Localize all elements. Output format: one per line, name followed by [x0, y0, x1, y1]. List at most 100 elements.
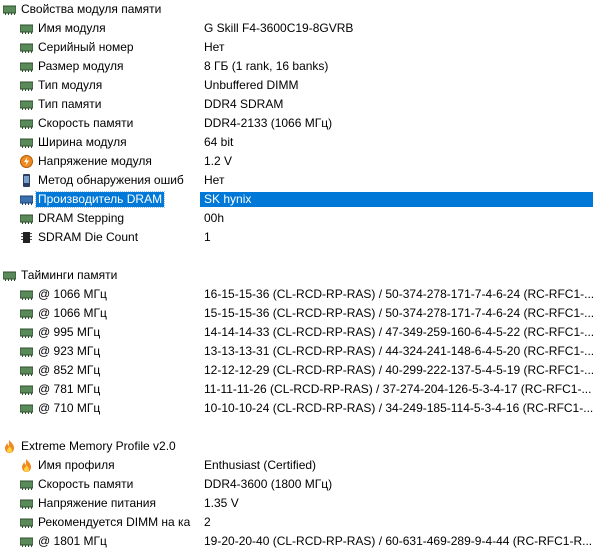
property-value: G Skill F4-3600C19-8GVRB [204, 21, 354, 35]
timing-row[interactable]: @ 1066 МГц 16-15-15-36 (CL-RCD-RP-RAS) /… [0, 285, 593, 304]
flame-icon [3, 440, 16, 453]
ram-icon [20, 345, 33, 358]
timing-label: @ 1066 МГц [38, 287, 107, 301]
property-row-selected[interactable]: Производитель DRAM SK hynix [0, 190, 593, 209]
property-value: 8 ГБ (1 rank, 16 banks) [204, 59, 329, 73]
timing-value: 14-14-14-33 (CL-RCD-RP-RAS) / 47-349-259… [204, 325, 593, 339]
device-icon [20, 174, 33, 187]
xmp-row[interactable]: Напряжение питания 1.35 V [0, 494, 593, 513]
property-row[interactable]: SDRAM Die Count 1 [0, 228, 593, 247]
property-value: DDR4-2133 (1066 МГц) [204, 116, 333, 130]
section-header-xmp[interactable]: Extreme Memory Profile v2.0 [0, 437, 593, 456]
property-value: 1.2 V [204, 154, 233, 168]
chip-icon [20, 231, 33, 244]
property-value: 2 [204, 515, 211, 529]
xmp-row[interactable]: Рекомендуется DIMM на ка 2 [0, 513, 593, 532]
property-row[interactable]: Размер модуля 8 ГБ (1 rank, 16 banks) [0, 57, 593, 76]
property-row[interactable]: Имя модуля G Skill F4-3600C19-8GVRB [0, 19, 593, 38]
timing-value: 13-13-13-31 (CL-RCD-RP-RAS) / 44-324-241… [204, 344, 593, 358]
ram-icon [3, 3, 16, 16]
property-value: 1 [204, 230, 211, 244]
property-value: DDR4 SDRAM [204, 97, 284, 111]
section-title: Extreme Memory Profile v2.0 [21, 439, 176, 453]
timing-label: @ 710 МГц [38, 401, 101, 415]
property-row[interactable]: Скорость памяти DDR4-2133 (1066 МГц) [0, 114, 593, 133]
property-label: Рекомендуется DIMM на ка [38, 515, 191, 529]
ram-icon [20, 117, 33, 130]
timing-value: 16-15-15-36 (CL-RCD-RP-RAS) / 50-374-278… [204, 287, 593, 301]
timing-row[interactable]: @ 995 МГц 14-14-14-33 (CL-RCD-RP-RAS) / … [0, 323, 593, 342]
ram-icon [20, 364, 33, 377]
property-label: Напряжение питания [38, 496, 156, 510]
section-title: Свойства модуля памяти [21, 2, 162, 16]
ram-icon [20, 136, 33, 149]
ram-icon [20, 60, 33, 73]
property-row[interactable]: Серийный номер Нет [0, 38, 593, 57]
timing-label: @ 995 МГц [38, 325, 101, 339]
section-title: Тайминги памяти [21, 268, 118, 282]
property-value: 64 bit [204, 135, 234, 149]
property-value: Нет [204, 40, 225, 54]
ram-blue-icon [20, 193, 33, 206]
property-value: SK hynix [200, 192, 593, 207]
property-label: Имя модуля [38, 21, 106, 35]
timing-value: 10-10-10-24 (CL-RCD-RP-RAS) / 34-249-185… [204, 401, 593, 415]
property-label: Имя профиля [38, 458, 115, 472]
timing-label: @ 923 МГц [38, 344, 101, 358]
ram-icon [20, 383, 33, 396]
property-value: 1.35 V [204, 496, 239, 510]
timing-value: 15-15-15-36 (CL-RCD-RP-RAS) / 50-374-278… [204, 306, 593, 320]
section-header-module[interactable]: Свойства модуля памяти [0, 0, 593, 19]
property-label: Метод обнаружения ошиб [38, 173, 184, 187]
timing-row[interactable]: @ 710 МГц 10-10-10-24 (CL-RCD-RP-RAS) / … [0, 399, 593, 418]
property-value: DDR4-3600 (1800 МГц) [204, 477, 333, 491]
section-header-timings[interactable]: Тайминги памяти [0, 266, 593, 285]
property-row[interactable]: Метод обнаружения ошиб Нет [0, 171, 593, 190]
ram-icon [20, 41, 33, 54]
timing-label: @ 1066 МГц [38, 306, 107, 320]
property-row[interactable]: Ширина модуля 64 bit [0, 133, 593, 152]
property-row[interactable]: Тип модуля Unbuffered DIMM [0, 76, 593, 95]
ram-icon [20, 79, 33, 92]
property-label: Производитель DRAM [34, 191, 166, 208]
xmp-row[interactable]: Имя профиля Enthusiast (Certified) [0, 456, 593, 475]
ram-icon [20, 326, 33, 339]
property-label: SDRAM Die Count [38, 230, 139, 244]
xmp-row[interactable]: @ 1801 МГц 19-20-20-40 (CL-RCD-RP-RAS) /… [0, 532, 593, 551]
ram-icon [20, 497, 33, 510]
ram-icon [20, 402, 33, 415]
property-row[interactable]: DRAM Stepping 00h [0, 209, 593, 228]
ram-icon [20, 22, 33, 35]
timing-row[interactable]: @ 781 МГц 11-11-11-26 (CL-RCD-RP-RAS) / … [0, 380, 593, 399]
ram-icon [20, 98, 33, 111]
timing-row[interactable]: @ 1066 МГц 15-15-15-36 (CL-RCD-RP-RAS) /… [0, 304, 593, 323]
property-label: Размер модуля [38, 59, 124, 73]
property-label: DRAM Stepping [38, 211, 125, 225]
ram-icon [20, 288, 33, 301]
property-value: Unbuffered DIMM [204, 78, 299, 92]
xmp-row[interactable]: Скорость памяти DDR4-3600 (1800 МГц) [0, 475, 593, 494]
property-row[interactable]: Тип памяти DDR4 SDRAM [0, 95, 593, 114]
ram-icon [20, 535, 33, 548]
property-label: Скорость памяти [38, 477, 134, 491]
property-label: Серийный номер [38, 40, 134, 54]
timing-value: 11-11-11-26 (CL-RCD-RP-RAS) / 37-274-204… [204, 382, 592, 396]
flame-icon [20, 459, 33, 472]
property-label: @ 1801 МГц [38, 534, 107, 548]
property-row[interactable]: Напряжение модуля 1.2 V [0, 152, 593, 171]
property-value: Enthusiast (Certified) [204, 458, 317, 472]
property-label: Ширина модуля [38, 135, 127, 149]
property-label: Напряжение модуля [38, 154, 152, 168]
voltage-icon [20, 155, 33, 168]
ram-icon [20, 212, 33, 225]
ram-icon [3, 269, 16, 282]
property-value: Нет [204, 173, 225, 187]
property-label: Скорость памяти [38, 116, 134, 130]
ram-icon [20, 516, 33, 529]
timing-label: @ 781 МГц [38, 382, 101, 396]
property-value: 19-20-20-40 (CL-RCD-RP-RAS) / 60-631-469… [204, 534, 593, 548]
timing-label: @ 852 МГц [38, 363, 101, 377]
timing-row[interactable]: @ 923 МГц 13-13-13-31 (CL-RCD-RP-RAS) / … [0, 342, 593, 361]
property-value: 00h [204, 211, 225, 225]
timing-row[interactable]: @ 852 МГц 12-12-12-29 (CL-RCD-RP-RAS) / … [0, 361, 593, 380]
